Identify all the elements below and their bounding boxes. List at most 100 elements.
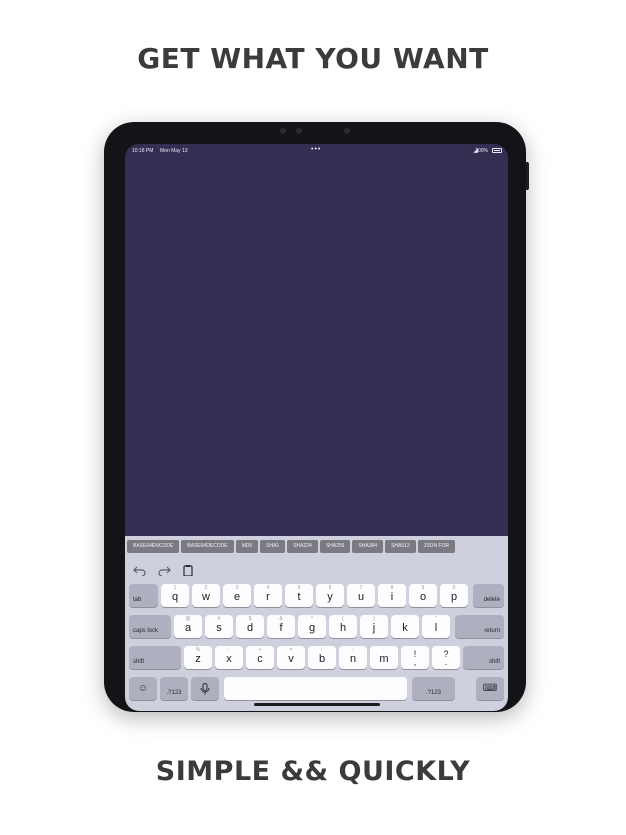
key-x[interactable]: -x [215, 646, 243, 669]
key-letter: h [339, 622, 347, 634]
numbers-label: .?123 [166, 690, 182, 696]
key-letter: o [419, 591, 427, 603]
microphone-key[interactable] [191, 677, 219, 700]
key-letter: b [318, 653, 326, 665]
key-k[interactable]: ' k [391, 615, 419, 638]
key-letter: l [434, 622, 438, 634]
keyboard-dismiss-icon: ⌨ [482, 683, 498, 694]
key-letter: f [279, 622, 283, 634]
caps-lock-key[interactable]: caps lock [129, 615, 171, 638]
key-bottom-symbol: , [413, 657, 417, 667]
key-v[interactable]: = v [277, 646, 305, 669]
key-d[interactable]: $ d [236, 615, 264, 638]
key-letter: a [184, 622, 192, 634]
key-symbols: !, [401, 650, 429, 667]
key-j[interactable]: ) j [360, 615, 388, 638]
status-date: Mon May 13 [160, 148, 188, 154]
camera-icon [296, 128, 302, 134]
key-letter: p [450, 591, 458, 603]
key-u[interactable]: 7u [347, 584, 375, 607]
key-a[interactable]: @ a [174, 615, 202, 638]
key-t[interactable]: 5t [285, 584, 313, 607]
key-letter: g [308, 622, 316, 634]
encoder-toolbar: BASE64ENCODE BASE64DECODE MD5 SHA1 SHA224 SHA… [127, 538, 508, 556]
key-h[interactable]: (h [329, 615, 357, 638]
return-key[interactable]: return [455, 615, 504, 638]
key-bottom-symbol: . [444, 657, 448, 667]
key-w[interactable]: 2w [192, 584, 220, 607]
chip-json-format[interactable]: JSON FOR [417, 540, 455, 553]
keyboard-area: BASE64ENCODE BASE64DECODE MD5 SHA1 SHA224 SHA… [125, 536, 508, 711]
key-f[interactable]: & f [267, 615, 295, 638]
key-letter: y [327, 591, 333, 603]
key-q[interactable]: 1q [161, 584, 189, 607]
key-e[interactable]: 3e [223, 584, 251, 607]
undo-icon[interactable] [133, 564, 147, 576]
chip-sha224[interactable]: SHA224 [287, 540, 318, 553]
key-b[interactable]: / b [308, 646, 336, 669]
keyboard-dismiss-key[interactable]: ⌨ [476, 677, 504, 700]
battery-icon [492, 148, 502, 153]
chip-sha1[interactable]: SHA1 [260, 540, 286, 553]
caps-lock-label: caps lock [133, 628, 159, 634]
redo-icon[interactable] [157, 564, 172, 576]
chip-base64-encode[interactable]: BASE64ENCODE [127, 540, 180, 553]
key-n[interactable]: ; n [339, 646, 367, 669]
key-c[interactable]: + c [246, 646, 274, 669]
delete-label: delete [483, 597, 500, 603]
key-z[interactable]: % z [184, 646, 212, 669]
chip-base64-decode[interactable]: BASE64DECODE [181, 540, 234, 553]
key-letter: s [216, 622, 222, 634]
key-letter: u [357, 591, 365, 603]
status-bar: 10:18 PM Mon May 13 ••• ◢ 100% [125, 144, 508, 158]
key-l[interactable]: " l [422, 615, 450, 638]
shift-label: shift [133, 659, 145, 665]
shift-left-key[interactable]: shift [129, 646, 181, 669]
key-exclamation-comma[interactable]: !, [401, 646, 429, 669]
tab-key[interactable]: tab [129, 584, 158, 607]
bottom-headline: SIMPLE && QUICKLY [155, 756, 471, 787]
key-question-period[interactable]: ?. [432, 646, 460, 669]
chip-sha384[interactable]: SHA384 [352, 540, 384, 553]
tab-label: tab [133, 597, 142, 603]
return-label: return [484, 628, 500, 634]
key-letter: d [246, 622, 254, 634]
tablet-frame: 10:18 PM Mon May 13 ••• ◢ 100% BASE64ENC… [104, 122, 529, 712]
status-time: 10:18 PM [132, 148, 154, 154]
numbers-right-key[interactable]: .?123 [412, 677, 455, 700]
clipboard-icon[interactable] [182, 564, 196, 576]
key-i[interactable]: 8i [378, 584, 406, 607]
key-letter: c [257, 653, 263, 665]
space-key[interactable] [224, 677, 407, 700]
key-g[interactable]: * g [298, 615, 326, 638]
key-o[interactable]: 9o [409, 584, 437, 607]
key-letter: z [195, 653, 201, 665]
delete-key[interactable]: delete [473, 584, 504, 607]
key-letter: w [202, 591, 210, 603]
chip-md5[interactable]: MD5 [235, 540, 259, 553]
chip-sha256[interactable]: SHA256 [319, 540, 351, 553]
microphone-icon [191, 683, 219, 698]
text-editor-area[interactable] [125, 158, 508, 536]
key-m[interactable]: :m [370, 646, 398, 669]
key-p[interactable]: 0p [440, 584, 468, 607]
tablet-screen: 10:18 PM Mon May 13 ••• ◢ 100% BASE64ENC… [125, 144, 508, 711]
chip-sha512[interactable]: SHA512 [385, 540, 416, 553]
shift-right-key[interactable]: shift [463, 646, 504, 669]
key-letter: r [266, 591, 270, 603]
key-letter: n [349, 653, 357, 665]
multitasking-dots-icon[interactable]: ••• [311, 146, 321, 153]
key-y[interactable]: 6y [316, 584, 344, 607]
key-letter: k [402, 622, 408, 634]
key-r[interactable]: 4r [254, 584, 282, 607]
key-letter: q [171, 591, 179, 603]
key-letter: j [372, 622, 376, 634]
key-letter: i [390, 591, 394, 603]
top-headline: GET WHAT YOU WANT [137, 42, 489, 75]
key-letter: m [379, 653, 389, 665]
shortcut-bar [133, 563, 202, 577]
emoji-icon: ☺ [137, 683, 149, 694]
key-s[interactable]: # s [205, 615, 233, 638]
numbers-left-key[interactable]: .?123 [160, 677, 188, 700]
emoji-key[interactable]: ☺ [129, 677, 157, 700]
